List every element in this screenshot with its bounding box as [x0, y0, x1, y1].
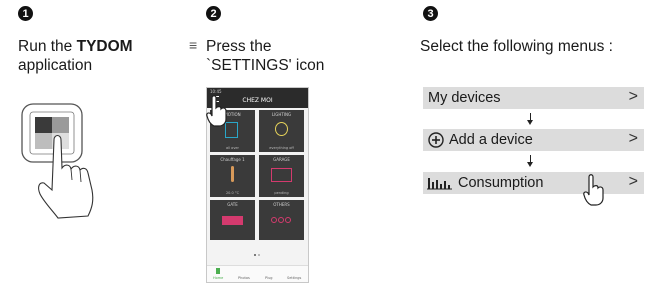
step-1-line2: application: [18, 57, 93, 74]
bulb-icon: [275, 122, 288, 136]
home-nav-icon[interactable]: [216, 268, 220, 274]
tile-others[interactable]: OTHERS: [259, 200, 304, 240]
nav-home[interactable]: Home: [213, 276, 223, 280]
tile-title: OTHERS: [273, 202, 290, 207]
step-3-instruction: Select the following menus :: [420, 38, 613, 55]
chevron-right-icon: >: [628, 88, 638, 105]
menu-add-device[interactable]: Add a device >: [423, 129, 644, 151]
step-1-app-name: TYDOM: [76, 38, 133, 55]
others-icon: [271, 215, 292, 225]
chevron-right-icon: >: [628, 173, 638, 190]
chevron-right-icon: >: [628, 130, 638, 147]
consumption-bars-icon: [427, 178, 452, 190]
pointing-hand-icon: [206, 95, 227, 127]
tile-title: LIGHTING: [271, 112, 292, 117]
step-1-instruction: Run the TYDOM application: [18, 37, 188, 75]
menu-consumption[interactable]: Consumption >: [423, 172, 644, 194]
nav-settings[interactable]: Settings: [287, 276, 301, 280]
step-1-number: 1: [18, 6, 33, 21]
tile-garage[interactable]: GARAGE pending: [259, 155, 304, 197]
tile-lighting[interactable]: LIGHTING everything off: [259, 110, 304, 152]
menu-label: Add a device: [449, 132, 533, 148]
step-2-line1: Press the: [206, 38, 272, 55]
step-2-number: 2: [206, 6, 221, 21]
tile-subtitle: everything off: [269, 146, 294, 150]
plus-circle-icon: [428, 132, 444, 148]
arrow-down-head: [527, 162, 533, 167]
thermometer-icon: [231, 166, 234, 182]
phone-bottom-nav: Home Photos Plug Settings: [207, 265, 308, 282]
tile-title: GARAGE: [273, 157, 290, 162]
gate-icon: [222, 216, 243, 225]
step-2-line2: `SETTINGS' icon: [206, 57, 325, 74]
hamburger-icon: ≡: [189, 37, 198, 53]
step-2-instruction: Press the `SETTINGS' icon: [206, 37, 366, 75]
tile-subtitle: 20.0 °C: [225, 191, 240, 195]
step-3-number: 3: [423, 6, 438, 21]
nav-photos[interactable]: Photos: [238, 276, 250, 280]
tile-title: GATE: [227, 202, 238, 207]
pointing-hand-icon: [583, 174, 604, 206]
menu-my-devices[interactable]: My devices >: [423, 87, 644, 109]
menu-label: My devices: [428, 90, 501, 106]
menu-label: Consumption: [458, 175, 544, 191]
arrow-down-head: [527, 120, 533, 125]
tile-title: Chauffage 1: [220, 157, 245, 162]
tile-heating[interactable]: Chauffage 1 20.0 °C: [210, 155, 255, 197]
nav-plug[interactable]: Plug: [265, 276, 273, 280]
page-dots: [254, 254, 262, 256]
tile-gate[interactable]: GATE: [210, 200, 255, 240]
tile-subtitle: all over: [225, 146, 239, 150]
phone-time: 10:45: [210, 89, 222, 94]
garage-icon: [271, 168, 292, 182]
step-1-line1-prefix: Run the: [18, 38, 77, 55]
tydom-app-icon-illustration: [21, 103, 94, 219]
tile-subtitle: pending: [274, 191, 289, 195]
